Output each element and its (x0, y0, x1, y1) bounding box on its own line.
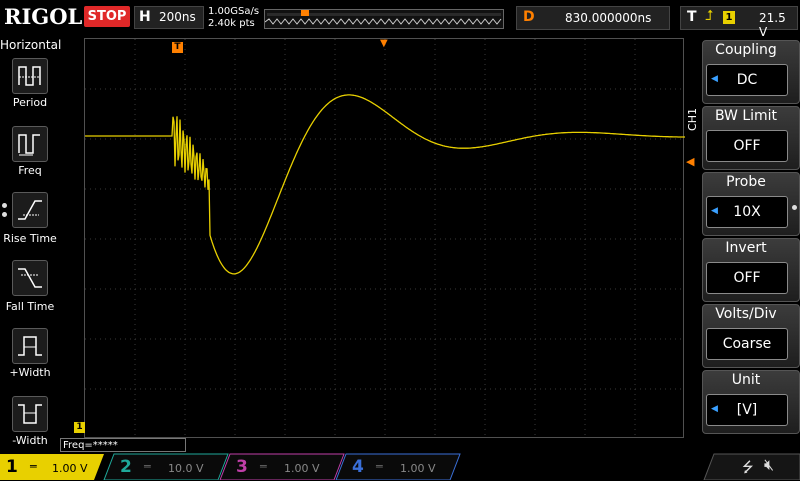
bw-limit-value-box[interactable]: OFF (706, 130, 788, 162)
ch4-scale: 1.00 V (400, 462, 436, 475)
brand-logo: RIGOL (4, 4, 83, 29)
volts-div-title: Volts/Div (715, 306, 777, 322)
volts-div-value-box[interactable]: Coarse (706, 328, 788, 360)
unit-menu[interactable]: Unit ◀ [V] (702, 370, 800, 434)
probe-value-box[interactable]: ◀ 10X (706, 196, 788, 228)
pos-width-label: +Width (9, 366, 51, 379)
dc-coupling-icon: ═ (144, 460, 151, 473)
period-icon (12, 58, 48, 94)
top-status-bar: RIGOL STOP H 200ns 1.00GSa/s 2.40k pts D… (0, 0, 800, 39)
coupling-title: Coupling (715, 42, 777, 58)
horizontal-measure-panel: Horizontal Period Freq Rise Time Fall Ti… (0, 38, 62, 452)
rise-time-label: Rise Time (3, 232, 57, 245)
sample-rate: 1.00GSa/s (208, 6, 260, 17)
channel-status-bar: 1 ═ 1.00 V 2 ═ 10.0 V 3 ═ 1.00 V 4 ═ 1.0… (0, 452, 800, 480)
bw-limit-value: OFF (733, 138, 761, 154)
channel-menu-panel: CH1 Coupling ◀ DC BW Limit OFF Probe ◀ 1… (686, 38, 800, 452)
trigger-level: 21.5 V (759, 11, 786, 39)
trigger-box[interactable]: T ⮥ 1 21.5 V (680, 6, 798, 39)
ch3-scale: 1.00 V (284, 462, 320, 475)
coupling-menu[interactable]: Coupling ◀ DC (702, 40, 800, 104)
probe-title: Probe (726, 174, 766, 190)
left-menu-dot (2, 203, 7, 208)
neg-width-icon (12, 396, 48, 432)
speaker-muted-icon[interactable]: 🔇︎ (764, 455, 774, 475)
trigger-position-marker[interactable]: T (172, 42, 183, 53)
menu-page-dot (792, 205, 797, 210)
left-menu-dot-2 (2, 212, 7, 217)
ch2-number: 2 (120, 457, 132, 477)
dc-coupling-icon: ═ (376, 460, 383, 473)
memory-waveform-icon (265, 10, 502, 25)
period-label: Period (12, 96, 48, 109)
unit-value-box[interactable]: ◀ [V] (706, 394, 788, 426)
usb-icon: ⭍ (742, 460, 754, 476)
ch1-ground-marker[interactable]: 1 (74, 422, 85, 433)
delay-value: 830.000000ns (565, 11, 652, 25)
ch3-number: 3 (236, 457, 248, 477)
coupling-value: DC (736, 72, 758, 88)
unit-title: Unit (731, 372, 761, 388)
timebase-value: 200ns (159, 10, 196, 24)
fall-time-icon (12, 260, 48, 296)
unit-value: [V] (736, 402, 758, 418)
freq-readout: Freq=***** (60, 438, 186, 452)
waveform-grid (85, 39, 685, 439)
ch4-number: 4 (352, 457, 364, 477)
ch1-scale: 1.00 V (52, 462, 88, 475)
trigger-letter: T (687, 9, 697, 25)
memory-depth: 2.40k pts (208, 18, 255, 29)
fall-time-label: Fall Time (5, 300, 55, 313)
horizontal-letter: H (139, 9, 151, 25)
ch1-tab: CH1 (686, 108, 699, 131)
dc-coupling-icon: ═ (30, 460, 37, 473)
delay-box[interactable]: D 830.000000ns (516, 6, 670, 30)
neg-width-label: -Width (12, 434, 48, 447)
memory-overview-bar[interactable] (264, 9, 504, 29)
pos-width-icon (12, 328, 48, 364)
invert-title: Invert (725, 240, 767, 256)
trigger-source: 1 (723, 11, 735, 24)
coupling-value-box[interactable]: ◀ DC (706, 64, 788, 96)
waveform-display[interactable] (84, 38, 685, 439)
rising-edge-icon: ⮥ (705, 8, 714, 24)
freq-icon (12, 126, 48, 162)
volts-div-menu[interactable]: Volts/Div Coarse (702, 304, 800, 368)
bw-limit-title: BW Limit (714, 108, 778, 124)
rise-time-icon (12, 192, 48, 228)
volts-div-value: Coarse (722, 336, 772, 352)
invert-menu[interactable]: Invert OFF (702, 238, 800, 302)
dc-coupling-icon: ═ (260, 460, 267, 473)
delay-center-marker: ▼ (380, 38, 388, 49)
invert-value-box[interactable]: OFF (706, 262, 788, 294)
timebase-box[interactable]: H 200ns (134, 6, 204, 29)
delay-letter: D (523, 9, 535, 25)
probe-menu[interactable]: Probe ◀ 10X (702, 172, 800, 236)
run-stop-indicator[interactable]: STOP (84, 6, 130, 27)
probe-value: 10X (733, 204, 761, 220)
ch1-number: 1 (6, 457, 18, 477)
panel-title: Horizontal (0, 38, 62, 52)
freq-label: Freq (18, 164, 42, 177)
ch2-scale: 10.0 V (168, 462, 204, 475)
invert-value: OFF (733, 270, 761, 286)
bw-limit-menu[interactable]: BW Limit OFF (702, 106, 800, 170)
